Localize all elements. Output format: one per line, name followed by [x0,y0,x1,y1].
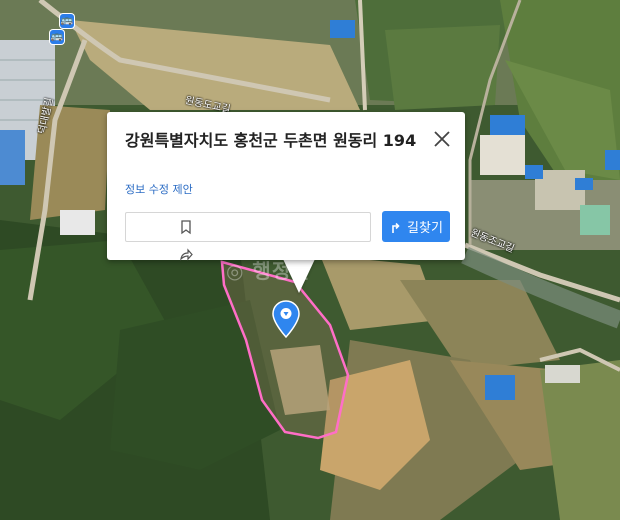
close-icon[interactable] [431,128,453,150]
directions-icon [392,222,400,233]
location-marker-icon[interactable] [272,300,300,338]
suggest-edit-link[interactable]: 정보 수정 제안 [125,181,193,197]
route-button[interactable]: 길찾기 [382,211,450,242]
bus-stop-icon[interactable]: 🚌 [50,30,64,44]
place-address-title: 강원특별자치도 홍천군 두촌면 원동리 194 [125,131,417,150]
place-info-popup: 강원특별자치도 홍천군 두촌면 원동리 194 정보 수정 제안 길찾기 [107,112,465,261]
popup-tail [283,259,315,293]
bus-stop-icon[interactable]: 🚌 [60,14,74,28]
route-button-label: 길찾기 [407,221,443,236]
share-icon[interactable] [178,247,194,263]
popup-actions-bar [125,212,371,261]
bookmark-icon[interactable] [178,219,194,235]
